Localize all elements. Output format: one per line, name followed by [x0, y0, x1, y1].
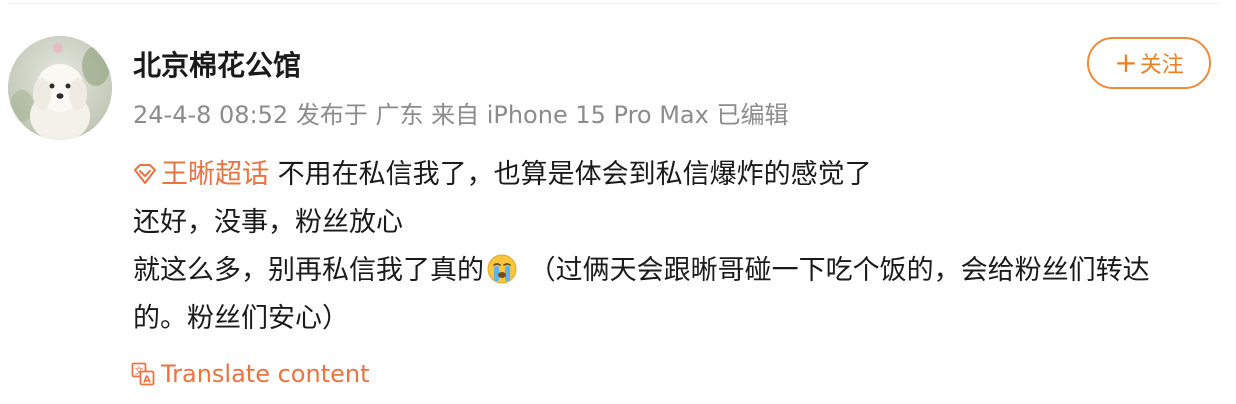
content-line-1: 王晰超话 不用在私信我了，也算是体会到私信爆炸的感觉了 — [133, 151, 1203, 199]
follow-label: 关注 — [1139, 53, 1184, 78]
topic-label: 王晰超话 — [161, 159, 269, 190]
avatar-image — [8, 36, 112, 140]
translate-button[interactable]: 文 A Translate content — [131, 357, 370, 391]
translate-icon: 文 A — [131, 362, 155, 386]
post-meta: 24-4-8 08:52 发布于 广东 来自 iPhone 15 Pro Max… — [133, 101, 789, 129]
content-line-3-text: 就这么多，别再私信我了真的 — [133, 255, 484, 286]
top-divider — [8, 3, 1218, 4]
post-content: 王晰超话 不用在私信我了，也算是体会到私信爆炸的感觉了 还好，没事，粉丝放心 就… — [133, 151, 1203, 343]
content-line-2: 还好，没事，粉丝放心 — [133, 207, 403, 238]
diamond-topic-icon — [134, 164, 156, 184]
follow-button[interactable]: + 关注 — [1087, 37, 1211, 89]
topic-link[interactable]: 王晰超话 — [133, 159, 269, 190]
avatar[interactable] — [8, 36, 112, 140]
crying-face-icon — [487, 254, 517, 284]
content-line-3: 就这么多，别再私信我了真的 （过俩天会跟晰哥碰一下吃个饭的，会给粉丝们转达的。粉… — [133, 247, 1203, 343]
svg-text:A: A — [143, 375, 151, 386]
content-line-1-text: 不用在私信我了，也算是体会到私信爆炸的感觉了 — [269, 159, 872, 190]
translate-label: Translate content — [161, 360, 370, 388]
plus-icon: + — [1114, 46, 1138, 79]
author-name[interactable]: 北京棉花公馆 — [133, 46, 301, 86]
